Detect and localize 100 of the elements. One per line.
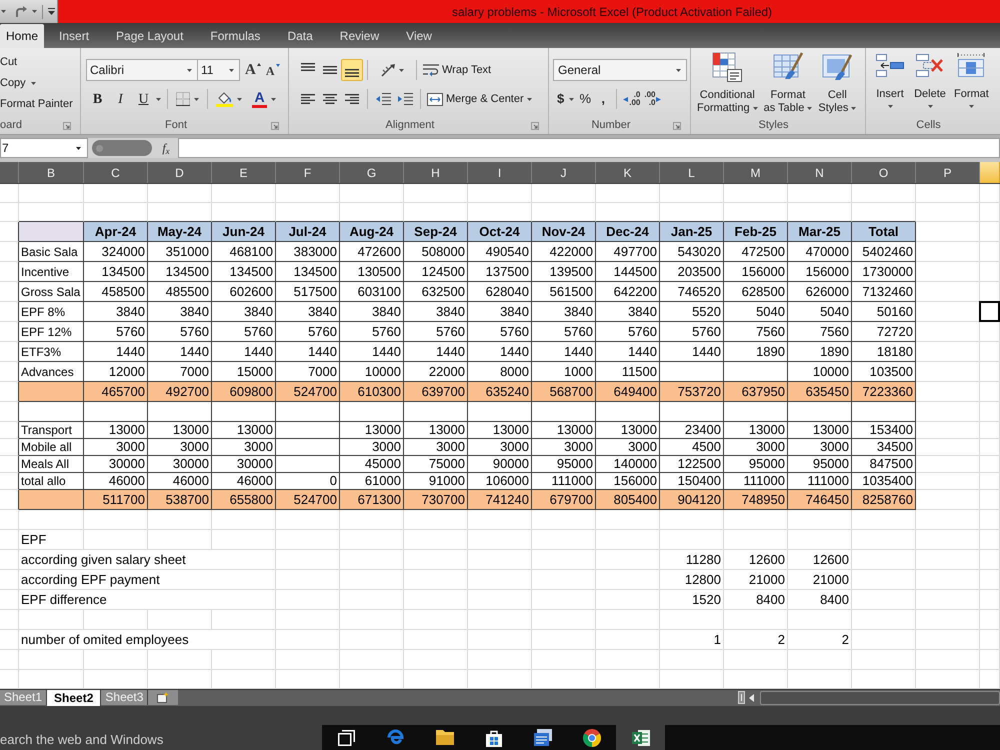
total-cell: 748950 — [724, 490, 788, 510]
split-handle-icon[interactable] — [738, 691, 745, 704]
section-label: EPF — [21, 530, 46, 549]
column-header[interactable]: I — [468, 162, 532, 183]
column-header[interactable]: M — [724, 162, 788, 183]
column-header[interactable]: E — [212, 162, 276, 183]
format-painter-button[interactable]: Format Painter — [0, 95, 73, 114]
dropdown-caret-icon — [187, 68, 192, 72]
table-cell: 140000 — [596, 456, 660, 473]
font-color-button[interactable]: A — [252, 89, 276, 109]
table-cell: 13000 — [532, 422, 596, 439]
grow-font-button[interactable]: A — [245, 60, 261, 80]
formula-bar-handle[interactable] — [92, 140, 152, 156]
grid-cell — [468, 630, 532, 650]
table-cell: 203500 — [660, 262, 724, 282]
dialog-launcher-icon[interactable] — [271, 122, 279, 130]
font-name-field[interactable]: Calibri — [86, 59, 198, 81]
row-label: Meals All — [19, 456, 84, 473]
ribbon-tab[interactable]: Home — [0, 24, 44, 48]
table-cell: 4500 — [660, 439, 724, 456]
shrink-font-button[interactable]: A — [266, 60, 280, 80]
column-header[interactable]: D — [148, 162, 212, 183]
format-as-table-button[interactable]: Format as Table — [762, 48, 814, 116]
format-cells-button[interactable]: Format — [952, 48, 991, 116]
ribbon-tab[interactable]: Review — [328, 24, 392, 48]
cell-styles-button[interactable]: Cell Styles — [816, 48, 858, 116]
bold-button[interactable]: B — [87, 89, 108, 109]
grid-cell — [980, 422, 1000, 439]
column-header[interactable]: N — [788, 162, 852, 183]
currency-button[interactable]: $ — [555, 89, 576, 109]
grid-cell — [660, 510, 724, 530]
formula-field[interactable] — [178, 138, 1000, 158]
ribbon-tab[interactable]: Formulas — [198, 24, 272, 48]
grid-cell — [980, 530, 1000, 550]
column-header[interactable]: C — [84, 162, 148, 183]
grid-cell — [468, 530, 532, 550]
total-cell: 805400 — [596, 490, 660, 510]
vertical-align-button[interactable] — [341, 59, 363, 81]
column-header[interactable]: F — [276, 162, 340, 183]
grid-cell — [404, 630, 468, 650]
scroll-left-icon[interactable] — [749, 694, 754, 702]
cell-value: 12600 — [812, 550, 849, 569]
ribbon-tab[interactable]: Page Layout — [104, 24, 196, 48]
ribbon-tab[interactable]: View — [394, 24, 444, 48]
ribbon-tab[interactable]: Data — [275, 24, 325, 48]
column-header[interactable]: O — [852, 162, 916, 183]
grid-cell — [19, 402, 84, 422]
number-format-field[interactable]: General — [553, 59, 687, 81]
table-cell: 3840 — [404, 302, 468, 322]
grid-cell — [916, 610, 980, 630]
search-field[interactable]: earch the web and Windows — [0, 725, 322, 750]
column-title: Mar-25 — [788, 222, 852, 242]
grid-cell — [532, 184, 596, 203]
decrease-decimal-button[interactable]: .00 .0 — [642, 89, 664, 109]
comma-style-button[interactable]: , — [594, 89, 612, 109]
column-header[interactable]: H — [404, 162, 468, 183]
column-header[interactable]: G — [340, 162, 404, 183]
dialog-launcher-icon[interactable] — [63, 122, 71, 130]
customize-toolbar-icon[interactable] — [48, 8, 55, 15]
italic-button[interactable]: I — [110, 89, 131, 109]
borders-button[interactable] — [174, 89, 201, 109]
header-corner-cell — [19, 222, 84, 242]
increase-decimal-button[interactable]: .0 .00 — [621, 89, 642, 109]
dropdown-caret-icon — [30, 82, 36, 85]
grid-cell — [916, 203, 980, 222]
dialog-launcher-icon[interactable] — [531, 122, 539, 130]
group-label: Font — [164, 118, 187, 134]
underline-button[interactable]: U — [133, 89, 154, 109]
copy-button[interactable]: Copy — [0, 74, 36, 93]
grid-cell — [852, 510, 916, 530]
row-label: EPF difference — [21, 590, 107, 609]
grid-cell — [148, 184, 212, 203]
horizontal-scrollbar[interactable] — [760, 691, 1000, 705]
taskbar-app-button[interactable] — [616, 725, 665, 750]
grid-cell — [212, 510, 276, 530]
dialog-launcher-icon[interactable] — [673, 122, 681, 130]
wrap-text-button[interactable]: Wrap Text — [423, 60, 492, 80]
grid-cell — [404, 184, 468, 203]
cut-button[interactable]: Cut — [0, 53, 18, 72]
percent-button[interactable]: % — [576, 89, 594, 109]
insert-sheet-button[interactable] — [148, 690, 178, 705]
delete-cells-button[interactable]: Delete — [912, 48, 948, 116]
ribbon-tab[interactable]: Insert — [47, 24, 102, 48]
conditional-formatting-button[interactable]: Conditional Formatting — [695, 48, 760, 116]
grid-cell — [276, 510, 340, 530]
grid-cell — [724, 402, 788, 422]
cell-value: 11280 — [686, 550, 721, 569]
column-header[interactable]: K — [596, 162, 660, 183]
cell-value: 1520 — [692, 590, 721, 609]
insert-function-button[interactable]: f$_{x}$ — [158, 138, 174, 158]
column-header[interactable]: J — [532, 162, 596, 183]
merge-center-button[interactable]: Merge & Center — [427, 89, 532, 109]
column-header[interactable]: L — [660, 162, 724, 183]
redo-icon[interactable] — [15, 6, 27, 17]
font-size-field[interactable]: 11 — [198, 59, 240, 81]
grid-cell — [468, 510, 532, 530]
name-box[interactable]: 7 — [0, 138, 88, 158]
sheet-tab[interactable]: Sheet2 — [47, 690, 102, 706]
column-header[interactable]: B — [19, 162, 84, 183]
insert-cells-button[interactable]: Insert — [872, 48, 908, 116]
